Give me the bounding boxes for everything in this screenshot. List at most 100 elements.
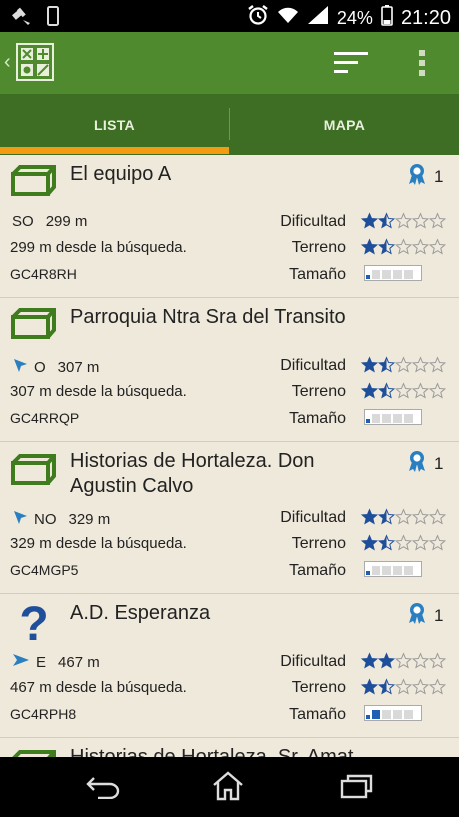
back-chevron-icon[interactable]: ‹	[4, 51, 11, 74]
star-icon	[395, 356, 412, 373]
difficulty-stars	[361, 507, 446, 527]
star-icon	[412, 212, 429, 229]
star-icon	[412, 238, 429, 255]
star-icon	[412, 534, 429, 551]
star-icon	[412, 652, 429, 669]
favorite-count: 1	[434, 453, 444, 473]
star-icon	[429, 212, 446, 229]
alarm-icon	[247, 4, 269, 31]
clock: 21:20	[400, 6, 451, 29]
star-icon	[412, 356, 429, 373]
star-icon	[378, 212, 395, 229]
star-icon	[361, 238, 378, 255]
favorites: 1	[408, 450, 443, 477]
star-icon	[378, 534, 395, 551]
direction-arrow-icon	[12, 653, 30, 671]
difficulty-label: Dificultad	[280, 213, 346, 230]
list-item[interactable]: Historias de Hortaleza. Don Agustin Calv…	[0, 442, 459, 594]
direction-distance: NO 329 m	[12, 509, 110, 529]
satellite-icon	[10, 5, 32, 32]
signal-icon	[307, 5, 329, 30]
star-icon	[378, 508, 395, 525]
tab-bar: LISTA MAPA	[0, 94, 459, 155]
tab-mapa[interactable]: MAPA	[230, 94, 459, 155]
favorite-ribbon-icon	[408, 450, 426, 477]
phone-icon	[46, 5, 60, 32]
terrain-label: Terreno	[291, 679, 346, 696]
size-label: Tamaño	[289, 410, 346, 427]
star-icon	[378, 382, 395, 399]
cache-title: Historias de Hortaleza. Sr. Amat	[70, 746, 354, 757]
distance: 467 m	[58, 653, 100, 671]
cache-title: A.D. Esperanza	[70, 602, 211, 624]
distance: 329 m	[68, 510, 111, 528]
distance-from-search: 307 m desde la búsqueda.	[10, 383, 187, 400]
star-icon	[395, 652, 412, 669]
size-bar	[364, 561, 422, 577]
cache-title: Historias de Hortaleza. Don Agustin Calv…	[70, 450, 315, 497]
status-bar: 24% 21:20	[0, 0, 459, 32]
difficulty-stars	[361, 651, 446, 671]
back-icon[interactable]	[86, 773, 120, 804]
geocaching-logo[interactable]	[16, 43, 54, 86]
terrain-stars	[361, 381, 446, 401]
star-icon	[395, 212, 412, 229]
size-indicator	[364, 265, 422, 286]
mystery-cache-icon: ?	[14, 598, 54, 653]
sort-icon[interactable]	[334, 50, 370, 81]
favorite-ribbon-icon	[408, 163, 426, 190]
terrain-label: Terreno	[291, 239, 346, 256]
svg-text:?: ?	[19, 598, 48, 648]
direction-code: NO	[34, 510, 57, 528]
star-icon	[429, 534, 446, 551]
home-icon[interactable]	[212, 771, 244, 806]
cache-code: GC4R8RH	[10, 266, 77, 282]
distance: 307 m	[57, 358, 100, 376]
star-icon	[395, 678, 412, 695]
distance-from-search: 329 m desde la búsqueda.	[10, 535, 187, 552]
overflow-menu-icon[interactable]	[417, 48, 427, 83]
star-icon	[429, 356, 446, 373]
direction-code: SO	[12, 213, 34, 230]
size-label: Tamaño	[289, 706, 346, 723]
favorite-ribbon-icon	[408, 602, 426, 629]
list-item[interactable]: Historias de Hortaleza. Sr. Amat	[0, 738, 459, 757]
star-icon	[378, 356, 395, 373]
terrain-stars	[361, 533, 446, 553]
star-icon	[361, 652, 378, 669]
star-icon	[361, 212, 378, 229]
list-item[interactable]: Parroquia Ntra Sra del Transito O 307 m …	[0, 298, 459, 442]
star-icon	[395, 508, 412, 525]
navigation-bar	[0, 757, 459, 817]
tab-lista[interactable]: LISTA	[0, 94, 229, 155]
star-icon	[395, 238, 412, 255]
favorites: 1	[408, 602, 443, 629]
traditional-cache-icon	[10, 164, 59, 203]
size-label: Tamaño	[289, 266, 346, 283]
direction-code: E	[36, 653, 47, 671]
difficulty-label: Dificultad	[280, 653, 346, 670]
cache-list[interactable]: El equipo A 1 SO 299 m 299 m desde la bú…	[0, 155, 459, 757]
star-icon	[378, 652, 395, 669]
direction-arrow-icon	[12, 357, 28, 377]
size-indicator	[364, 561, 422, 582]
direction-arrow-icon	[12, 509, 28, 529]
cache-title: Parroquia Ntra Sra del Transito	[70, 306, 346, 328]
size-bar	[364, 409, 422, 425]
wifi-icon	[277, 5, 299, 30]
distance-from-search: 299 m desde la búsqueda.	[10, 239, 187, 256]
traditional-cache-icon	[10, 749, 59, 757]
list-item[interactable]: El equipo A 1 SO 299 m 299 m desde la bú…	[0, 155, 459, 298]
star-icon	[412, 678, 429, 695]
distance: 299 m	[45, 213, 88, 230]
star-icon	[395, 534, 412, 551]
cache-code: GC4MGP5	[10, 562, 79, 578]
star-icon	[361, 534, 378, 551]
distance-from-search: 467 m desde la búsqueda.	[10, 679, 187, 696]
recent-apps-icon[interactable]	[340, 773, 374, 804]
star-icon	[429, 382, 446, 399]
tab-indicator	[0, 147, 229, 154]
difficulty-label: Dificultad	[280, 357, 346, 374]
cache-code: GC4RPH8	[10, 706, 77, 722]
star-icon	[378, 238, 395, 255]
